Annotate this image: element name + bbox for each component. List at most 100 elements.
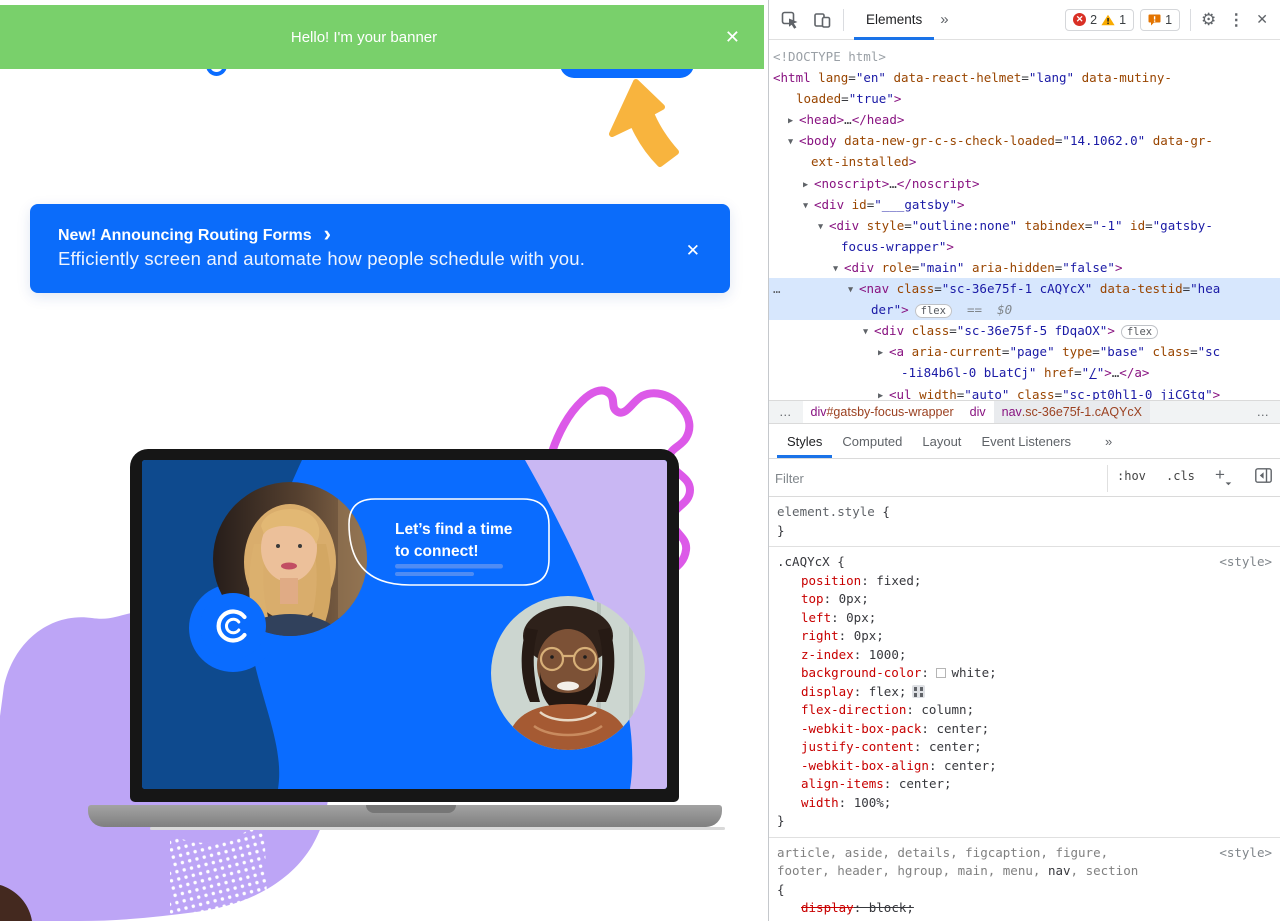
chevron-right-icon: › (324, 227, 331, 241)
tab-event-listeners[interactable]: Event Listeners (971, 425, 1081, 458)
expand-arrow-icon[interactable]: ▼ (863, 322, 874, 343)
css-line[interactable]: justify-content: center; (769, 738, 1280, 757)
placeholder-bar (395, 564, 503, 569)
toggle-class-button[interactable]: .cls (1166, 469, 1195, 483)
bubble-text-line1: Let’s find a time (395, 521, 513, 538)
laptop-shadow (150, 827, 725, 830)
site-logo-partial (202, 68, 232, 79)
laptop-screen-illustration: Let’s find a time to connect! (142, 460, 667, 789)
dom-tree-line[interactable]: ▼<div role="main" aria-hidden="false"> (769, 257, 1280, 278)
expand-arrow-icon[interactable]: ▼ (788, 132, 799, 153)
breadcrumb-item[interactable]: div#gatsby-focus-wrapper (803, 401, 962, 423)
tab-layout[interactable]: Layout (912, 425, 971, 458)
dom-tree-line[interactable]: <html lang="en" data-react-helmet="lang"… (769, 67, 1280, 88)
expand-arrow-icon[interactable]: ▼ (818, 217, 829, 238)
dom-tree-line[interactable]: ▶<a aria-current="page" type="base" clas… (769, 341, 1280, 362)
css-line[interactable]: footer, header, hgroup, main, menu, nav,… (769, 862, 1280, 881)
css-line[interactable]: display: flex; (769, 683, 1280, 702)
sidebar-toggle-icon[interactable] (1255, 468, 1272, 488)
css-line[interactable]: { (769, 881, 1280, 900)
css-line[interactable]: top: 0px; (769, 590, 1280, 609)
css-line[interactable]: element.style { (769, 503, 1280, 522)
warning-count: 1 (1119, 13, 1126, 27)
corner-photo-fragment (0, 885, 34, 921)
dom-tree-line[interactable]: ext-installed> (769, 151, 1280, 172)
css-line[interactable]: } (769, 522, 1280, 541)
css-line[interactable]: width: 100%; (769, 794, 1280, 813)
expand-arrow-icon[interactable]: ▶ (803, 175, 814, 196)
kebab-menu-icon[interactable]: ⋮ (1228, 10, 1244, 30)
dom-tree-line[interactable]: loaded="true"> (769, 88, 1280, 109)
css-line[interactable]: .cAQYcX { (769, 553, 1280, 572)
dom-tree-line[interactable]: …▼<nav class="sc-36e75f-1 cAQYcX" data-t… (769, 278, 1280, 299)
laptop-base-notch (366, 805, 456, 813)
css-line[interactable]: } (769, 918, 1280, 921)
console-errors-badge[interactable]: ✕ 2 1 (1065, 9, 1134, 31)
more-tabs-icon[interactable]: » (940, 11, 948, 28)
web-page: Let’s find a time to connect! (0, 0, 768, 921)
toggle-hover-state-button[interactable]: :hov (1117, 469, 1146, 483)
issue-icon (1148, 14, 1161, 26)
dom-tree-line[interactable]: <!DOCTYPE html> (769, 46, 1280, 67)
css-line[interactable]: display: block; (769, 899, 1280, 918)
devtools-toolbar: Elements » ✕ 2 1 1 ⚙ ⋮ ✕ (769, 0, 1280, 40)
dom-tree-line[interactable]: ▼<body data-new-gr-c-s-check-loaded="14.… (769, 130, 1280, 151)
styles-filter-input[interactable] (775, 466, 1101, 491)
breadcrumb-overflow-icon[interactable]: … (769, 405, 803, 419)
css-line[interactable]: position: fixed; (769, 572, 1280, 591)
breadcrumb: … div#gatsby-focus-wrapper div nav.sc-36… (769, 400, 1280, 424)
expand-arrow-icon[interactable]: ▼ (803, 196, 814, 217)
expand-arrow-icon[interactable]: ▼ (833, 259, 844, 280)
stylesheet-link[interactable]: <style> (1219, 554, 1272, 569)
expand-arrow-icon[interactable]: ▶ (878, 386, 889, 401)
css-rule-element-style[interactable]: element.style {} (769, 497, 1280, 547)
css-line[interactable]: article, aside, details, figcaption, fig… (769, 844, 1280, 863)
css-line[interactable]: z-index: 1000; (769, 646, 1280, 665)
new-style-rule-button[interactable]: + (1215, 465, 1225, 485)
dom-tree-line[interactable]: ▼<div style="outline:none" tabindex="-1"… (769, 215, 1280, 236)
notification-banner: Hello! I'm your banner ✕ (0, 5, 764, 69)
stylesheet-link[interactable]: <style> (1219, 845, 1272, 860)
promo-banner[interactable]: New! Announcing Routing Forms › Efficien… (30, 204, 730, 293)
breadcrumb-overflow-icon[interactable]: … (1247, 405, 1280, 419)
css-line[interactable]: right: 0px; (769, 627, 1280, 646)
dom-tree-line[interactable]: ▶<noscript>…</noscript> (769, 173, 1280, 194)
dom-tree-line[interactable]: ▶<head>…</head> (769, 109, 1280, 130)
dom-tree-line[interactable]: ▼<div class="sc-36e75f-5 fDqaOX">flex (769, 320, 1280, 341)
bubble-text-line2: to connect! (395, 543, 479, 560)
dom-tree-line[interactable]: focus-wrapper"> (769, 236, 1280, 257)
promo-close-icon[interactable]: ✕ (686, 242, 700, 259)
issues-badge[interactable]: 1 (1140, 9, 1180, 31)
styles-tab-bar: Styles Computed Layout Event Listeners » (769, 425, 1280, 459)
tab-elements[interactable]: Elements (854, 0, 934, 40)
dom-tree-line[interactable]: der">flex == $0 (769, 299, 1280, 320)
css-line[interactable]: background-color: white; (769, 664, 1280, 683)
expand-arrow-icon[interactable]: ▼ (848, 280, 859, 301)
inspect-element-icon[interactable] (781, 11, 799, 29)
dom-tree-line[interactable]: -1i84b6l-0 bLatCj" href="/">…</a> (769, 362, 1280, 383)
banner-close-icon[interactable]: ✕ (725, 28, 740, 46)
css-line[interactable]: left: 0px; (769, 609, 1280, 628)
device-toolbar-icon[interactable] (813, 11, 831, 29)
tab-styles[interactable]: Styles (777, 425, 832, 458)
css-rule-caqycx[interactable]: <style>.cAQYcX {position: fixed;top: 0px… (769, 547, 1280, 838)
css-line[interactable]: -webkit-box-align: center; (769, 757, 1280, 776)
settings-gear-icon[interactable]: ⚙ (1201, 10, 1216, 30)
css-line[interactable]: flex-direction: column; (769, 701, 1280, 720)
css-line[interactable]: } (769, 812, 1280, 831)
tab-computed[interactable]: Computed (832, 425, 912, 458)
man-portrait (491, 596, 645, 750)
expand-arrow-icon[interactable]: ▶ (878, 343, 889, 364)
dom-tree[interactable]: <!DOCTYPE html><html lang="en" data-reac… (769, 41, 1280, 400)
more-panels-icon[interactable]: » (1095, 425, 1122, 458)
dom-tree-line[interactable]: ▼<div id="___gatsby"> (769, 194, 1280, 215)
devtools-panel: Elements » ✕ 2 1 1 ⚙ ⋮ ✕ <!DOCTYPE html>… (768, 0, 1280, 921)
css-line[interactable]: -webkit-box-pack: center; (769, 720, 1280, 739)
expand-arrow-icon[interactable]: ▶ (788, 111, 799, 132)
dom-tree-line[interactable]: ▶<ul width="auto" class="sc-pt0hl1-0 jiC… (769, 384, 1280, 401)
breadcrumb-item-selected[interactable]: nav.sc-36e75f-1.cAQYcX (994, 401, 1150, 423)
breadcrumb-item[interactable]: div (962, 401, 994, 423)
css-rule-block-elements[interactable]: <style>article, aside, details, figcapti… (769, 838, 1280, 921)
css-line[interactable]: align-items: center; (769, 775, 1280, 794)
close-devtools-icon[interactable]: ✕ (1256, 11, 1268, 28)
